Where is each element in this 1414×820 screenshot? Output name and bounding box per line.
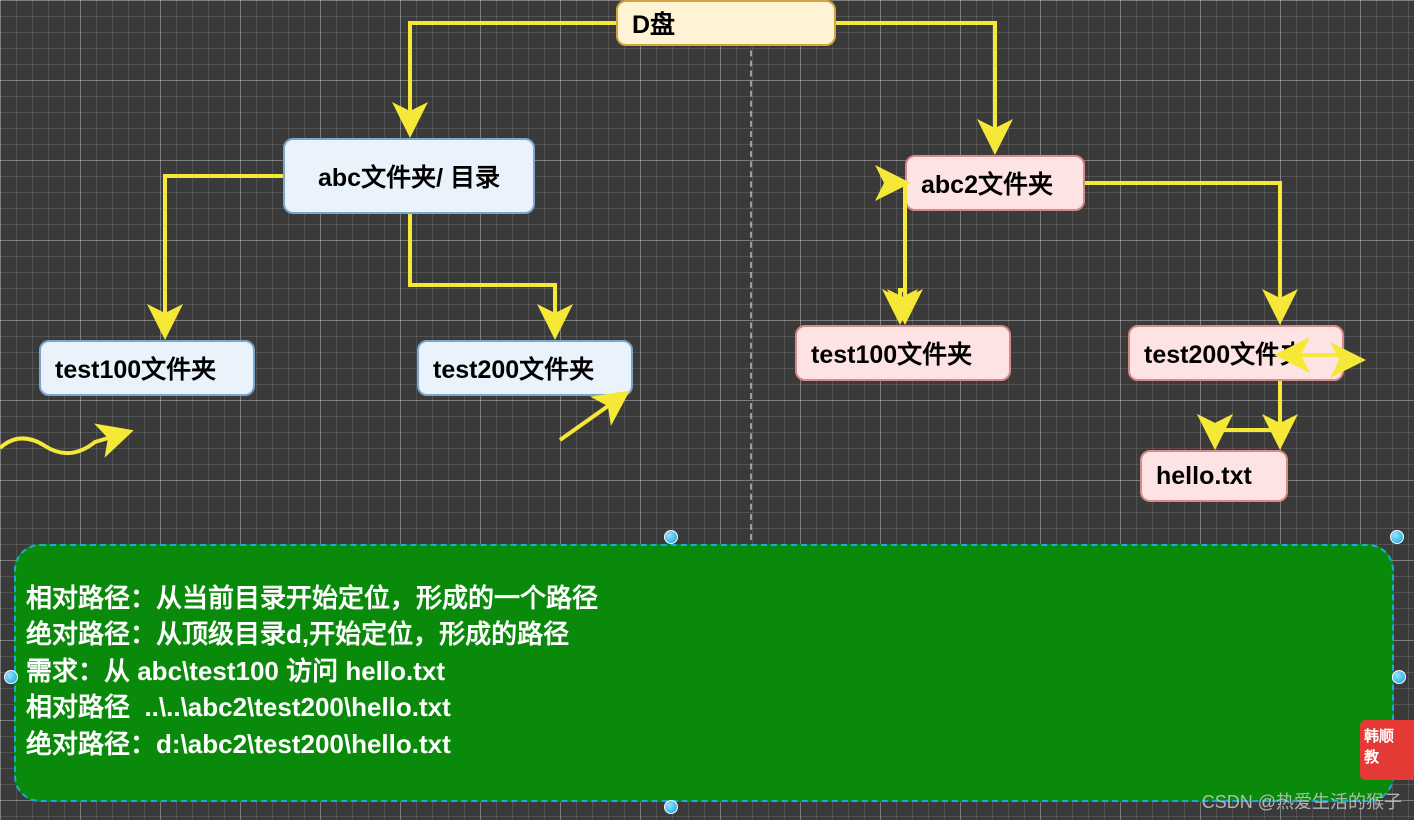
node-label: test100文件夹 [55,350,216,386]
node-label: abc文件夹/ 目录 [318,158,500,194]
selection-handle[interactable] [664,530,678,544]
node-d-drive[interactable]: D盘 [616,0,836,46]
node-label: D盘 [632,5,675,41]
node-test200-right[interactable]: test200文件夹 [1128,325,1344,381]
node-label: test200文件夹 [1144,335,1305,371]
vertical-divider [750,0,752,540]
panel-line-3: 需求：从 abc\test100 访问 hello.txt [26,653,1382,689]
selection-handle[interactable] [4,670,18,684]
node-label: hello.txt [1156,462,1252,491]
node-test200-left[interactable]: test200文件夹 [417,340,633,396]
node-abc2-folder[interactable]: abc2文件夹 [905,155,1085,211]
selection-handle[interactable] [1392,670,1406,684]
diagram-canvas: D盘 abc文件夹/ 目录 test100文件夹 test200文件夹 abc2… [0,0,1414,820]
panel-line-4: 相对路径 ..\..\abc2\test200\hello.txt [26,689,1382,725]
panel-line-5: 绝对路径：d:\abc2\test200\hello.txt [26,726,1382,762]
node-hello-txt[interactable]: hello.txt [1140,450,1288,502]
node-label: test100文件夹 [811,335,972,371]
node-label: test200文件夹 [433,350,594,386]
explanation-panel: 相对路径：从当前目录开始定位，形成的一个路径 绝对路径：从顶级目录d,开始定位，… [14,544,1394,802]
selection-handle[interactable] [664,800,678,814]
selection-handle[interactable] [1390,530,1404,544]
author-badge: 韩顺 教 [1360,720,1414,780]
node-abc-folder[interactable]: abc文件夹/ 目录 [283,138,535,214]
watermark-text: CSDN @热爱生活的猴子 [1202,788,1402,814]
panel-line-2: 绝对路径：从顶级目录d,开始定位，形成的路径 [26,616,1382,652]
panel-line-1: 相对路径：从当前目录开始定位，形成的一个路径 [26,580,1382,616]
node-label: abc2文件夹 [921,165,1053,201]
node-test100-right[interactable]: test100文件夹 [795,325,1011,381]
badge-line1: 韩顺 [1364,726,1410,747]
node-test100-left[interactable]: test100文件夹 [39,340,255,396]
badge-line2: 教 [1364,747,1410,768]
